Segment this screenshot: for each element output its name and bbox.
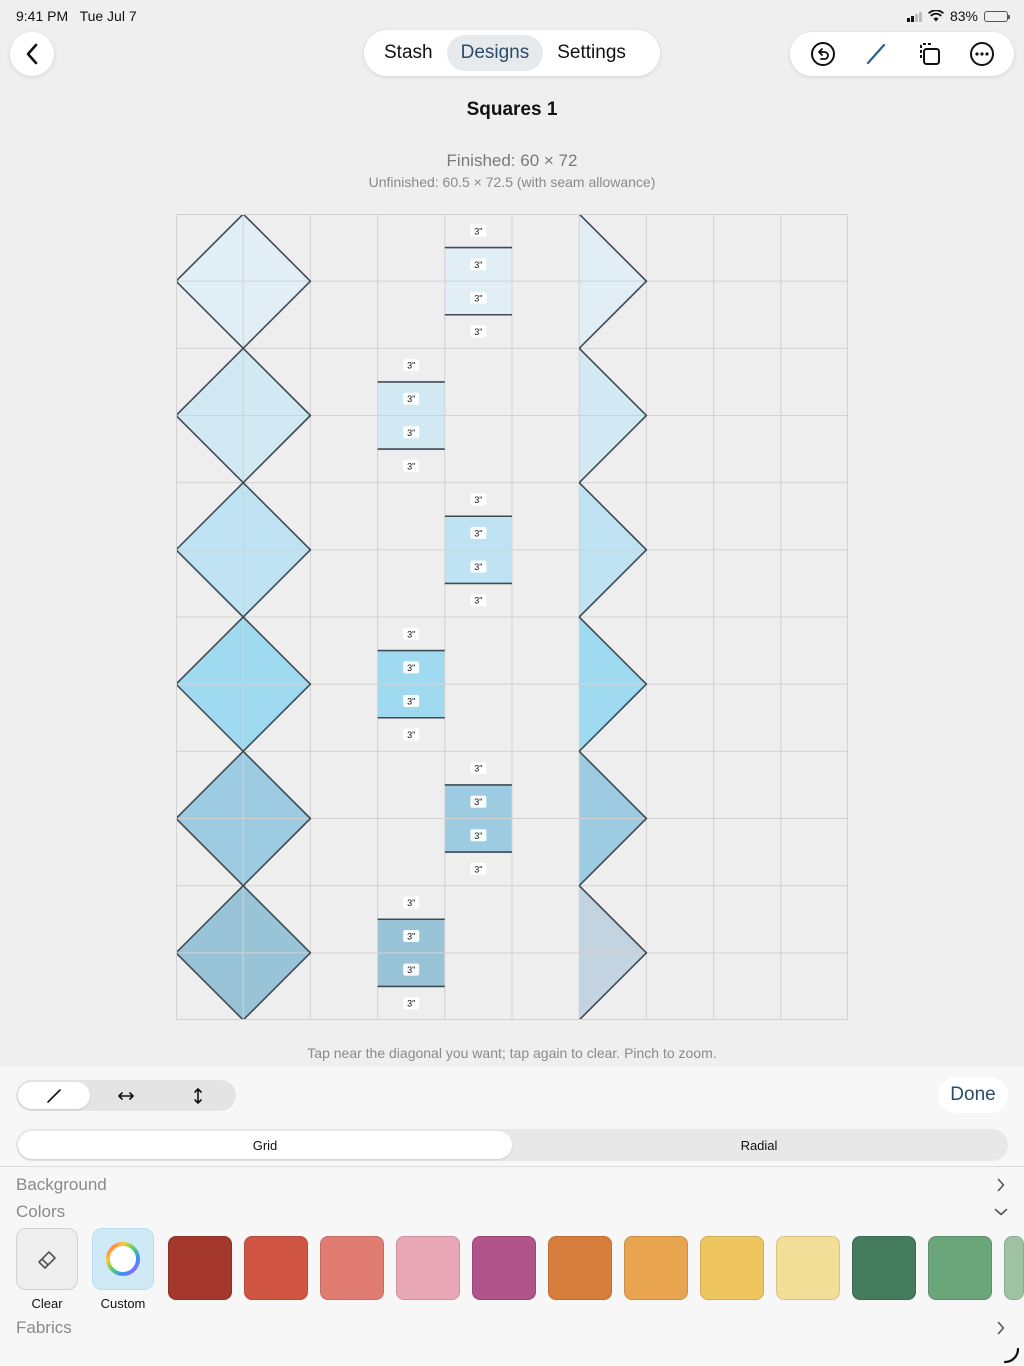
fabrics-expand-button[interactable] bbox=[994, 1321, 1008, 1335]
color-swatch[interactable] bbox=[700, 1236, 764, 1300]
status-date: Tue Jul 7 bbox=[79, 8, 137, 24]
unfinished-size: Unfinished: 60.5 × 72.5 (with seam allow… bbox=[368, 174, 656, 190]
instruction-hint: Tap near the diagonal you want; tap agai… bbox=[307, 1045, 717, 1061]
more-options-button[interactable] bbox=[962, 34, 1002, 74]
tab-stash[interactable]: Stash bbox=[370, 35, 447, 71]
background-expand-button[interactable] bbox=[994, 1178, 1008, 1192]
color-swatch[interactable] bbox=[472, 1236, 536, 1300]
block-size-label: 3" bbox=[407, 730, 415, 740]
block-size-label: 3" bbox=[407, 898, 415, 908]
battery-percent: 83% bbox=[949, 8, 978, 24]
background-section-label[interactable]: Background bbox=[16, 1175, 107, 1195]
copy-icon bbox=[919, 43, 940, 65]
back-button[interactable] bbox=[10, 32, 54, 76]
diagonal-tool-button[interactable] bbox=[856, 34, 896, 74]
color-swatch[interactable] bbox=[928, 1236, 992, 1300]
custom-color-button[interactable] bbox=[92, 1228, 154, 1290]
divider bbox=[0, 1166, 1024, 1167]
horizontal-mode-button[interactable] bbox=[90, 1082, 162, 1109]
block-size-label: 3" bbox=[474, 864, 482, 874]
layout-segmented: Grid Radial bbox=[16, 1129, 1008, 1161]
status-time-date: 9:41 PM Tue Jul 7 bbox=[16, 8, 137, 24]
color-swatch[interactable] bbox=[624, 1236, 688, 1300]
chevron-right-icon bbox=[997, 1178, 1005, 1192]
undo-button[interactable] bbox=[803, 34, 843, 74]
block-size-label: 3" bbox=[474, 764, 482, 774]
color-wheel-icon bbox=[106, 1242, 140, 1276]
block-size-label: 3" bbox=[474, 529, 482, 539]
fabrics-section-label[interactable]: Fabrics bbox=[16, 1318, 72, 1338]
color-swatch[interactable] bbox=[852, 1236, 916, 1300]
undo-icon bbox=[810, 42, 835, 66]
chevron-right-icon bbox=[997, 1321, 1005, 1335]
block-size-label: 3" bbox=[474, 562, 482, 572]
tab-settings[interactable]: Settings bbox=[543, 35, 640, 71]
diagonal-line-icon bbox=[866, 43, 885, 65]
done-button[interactable]: Done bbox=[938, 1077, 1008, 1113]
custom-label: Custom bbox=[100, 1296, 146, 1311]
color-swatch[interactable] bbox=[396, 1236, 460, 1300]
eraser-icon bbox=[38, 1251, 56, 1269]
finished-size: Finished: 60 × 72 bbox=[446, 151, 578, 170]
color-swatch[interactable] bbox=[776, 1236, 840, 1300]
chevron-left-icon bbox=[26, 43, 38, 65]
block-size-label: 3" bbox=[474, 327, 482, 337]
block-size-label: 3" bbox=[474, 831, 482, 841]
cellular-signal-icon bbox=[906, 11, 922, 22]
colors-collapse-button[interactable] bbox=[994, 1205, 1008, 1219]
status-indicators: 83% bbox=[906, 8, 1010, 24]
block-size-label: 3" bbox=[407, 629, 415, 639]
line-mode-segmented bbox=[16, 1080, 236, 1111]
vertical-mode-button[interactable] bbox=[162, 1082, 234, 1109]
diagonal-mode-button[interactable] bbox=[18, 1082, 90, 1109]
quilt-canvas[interactable]: 3" 3" 3" 3" 3" 3" 3" 3" 3" 3" 3" 3" 3" 3" 3" 3" 3" 3" 3" 3"… bbox=[176, 214, 848, 1020]
block-size-label: 3" bbox=[407, 696, 415, 706]
main-navigation-segmented: Stash Designs Settings bbox=[364, 30, 660, 76]
block-size-label: 3" bbox=[474, 596, 482, 606]
battery-icon bbox=[984, 10, 1010, 22]
block-size-label: 3" bbox=[407, 965, 415, 975]
block-size-label: 3" bbox=[474, 226, 482, 236]
block-size-label: 3" bbox=[407, 999, 415, 1009]
color-swatch[interactable] bbox=[244, 1236, 308, 1300]
bottom-panel bbox=[0, 1067, 1024, 1366]
tab-radial[interactable]: Radial bbox=[512, 1131, 1006, 1159]
toolbar bbox=[790, 32, 1014, 76]
block-size-label: 3" bbox=[407, 394, 415, 404]
ellipsis-circle-icon bbox=[969, 42, 994, 66]
color-swatch[interactable] bbox=[320, 1236, 384, 1300]
block-size-label: 3" bbox=[407, 663, 415, 673]
clear-label: Clear bbox=[31, 1296, 63, 1311]
chevron-down-icon bbox=[994, 1208, 1008, 1216]
tab-grid[interactable]: Grid bbox=[18, 1131, 512, 1159]
block-size-label: 3" bbox=[474, 495, 482, 505]
color-swatch[interactable] bbox=[548, 1236, 612, 1300]
block-size-label: 3" bbox=[474, 797, 482, 807]
arrow-left-right-icon bbox=[118, 1091, 134, 1100]
colors-section-label[interactable]: Colors bbox=[16, 1202, 65, 1222]
color-swatch[interactable] bbox=[168, 1236, 232, 1300]
status-time: 9:41 PM bbox=[16, 8, 69, 24]
block-size-label: 3" bbox=[407, 361, 415, 371]
clear-color-button[interactable] bbox=[16, 1228, 78, 1290]
block-size-label: 3" bbox=[407, 428, 415, 438]
block-size-label: 3" bbox=[407, 932, 415, 942]
resize-handle-icon bbox=[1003, 1347, 1020, 1364]
color-swatch[interactable] bbox=[1004, 1236, 1024, 1300]
block-size-label: 3" bbox=[474, 260, 482, 270]
tab-designs[interactable]: Designs bbox=[446, 35, 544, 71]
wifi-icon bbox=[927, 10, 944, 22]
diagonal-line-icon bbox=[47, 1088, 61, 1103]
arrow-up-down-icon bbox=[194, 1087, 202, 1104]
block-size-label: 3" bbox=[407, 461, 415, 471]
duplicate-button[interactable] bbox=[909, 34, 949, 74]
design-title: Squares 1 bbox=[466, 99, 558, 120]
block-size-label: 3" bbox=[474, 293, 482, 303]
